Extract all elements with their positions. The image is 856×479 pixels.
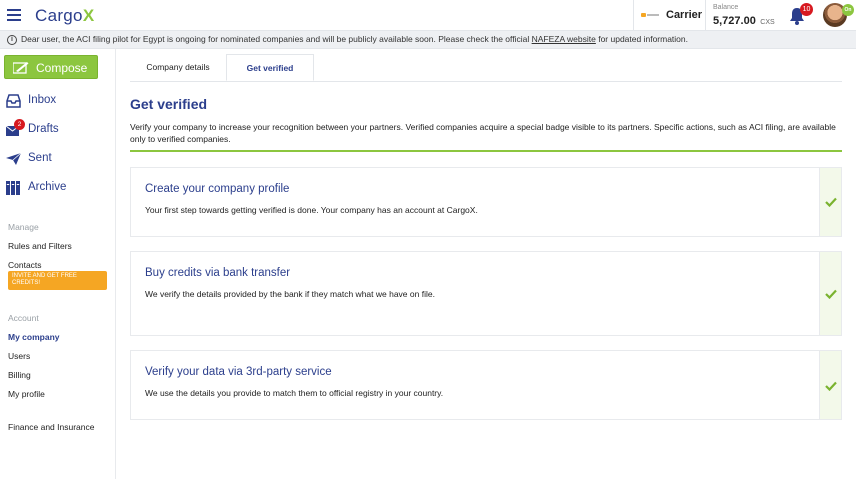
info-text-before: Dear user, the ACI filing pilot for Egyp… (21, 34, 532, 44)
check-icon (825, 381, 837, 391)
online-badge: On (842, 4, 854, 16)
sidebar-item-label: Inbox (28, 94, 57, 106)
balance: Balance 5,727.00 CXS (713, 4, 775, 29)
logo-text: Cargo (35, 6, 83, 25)
tab-company-details[interactable]: Company details (130, 54, 226, 81)
sidebar-item-archive[interactable]: Archive (0, 175, 115, 201)
sidebar-link-finance[interactable]: Finance and Insurance (8, 422, 94, 432)
sidebar-link-my-profile[interactable]: My profile (8, 389, 45, 399)
step-title: Verify your data via 3rd-party service (145, 366, 332, 378)
sidebar-item-sent[interactable]: Sent (0, 146, 115, 172)
compose-button[interactable]: Compose (4, 55, 98, 79)
tab-get-verified[interactable]: Get verified (226, 54, 314, 81)
sidebar-item-label: Drafts (28, 123, 59, 135)
compose-label: Compose (36, 61, 88, 75)
step-description: We use the details you provide to match … (145, 388, 444, 398)
role-switcher[interactable]: Carrier (633, 0, 706, 31)
info-banner: i Dear user, the ACI filing pilot for Eg… (0, 31, 856, 49)
divider (130, 150, 842, 152)
intro-text: Verify your company to increase your rec… (130, 122, 836, 144)
sidebar-link-billing[interactable]: Billing (8, 370, 31, 380)
company-logo-icon (641, 11, 659, 19)
step-description: We verify the details provided by the ba… (145, 289, 435, 299)
step-description: Your first step towards getting verified… (145, 205, 478, 215)
step-title: Create your company profile (145, 183, 290, 195)
sent-icon (6, 152, 21, 165)
manage-section-label: Manage (8, 222, 39, 232)
balance-label: Balance (713, 4, 739, 11)
sidebar-link-my-company[interactable]: My company (8, 332, 60, 342)
check-icon (825, 289, 837, 299)
logo-x: X (82, 6, 95, 25)
main-content: Company details Get verified Get verifie… (116, 49, 856, 479)
logo[interactable]: CargoX (35, 6, 94, 26)
notifications-badge: 10 (800, 3, 813, 16)
step-card: Create your company profile Your first s… (130, 167, 842, 237)
check-icon (825, 197, 837, 207)
step-card: Verify your data via 3rd-party service W… (130, 350, 842, 420)
sidebar-item-label: Sent (28, 152, 52, 164)
archive-icon (6, 181, 20, 195)
sidebar-link-rules[interactable]: Rules and Filters (8, 241, 72, 251)
sidebar-item-label: Archive (28, 181, 67, 193)
inbox-icon (6, 94, 21, 108)
sidebar-item-inbox[interactable]: Inbox (0, 88, 115, 114)
step-card: Buy credits via bank transfer We verify … (130, 251, 842, 336)
step-title: Buy credits via bank transfer (145, 267, 291, 279)
top-bar: CargoX Carrier Balance 5,727.00 CXS 10 O… (0, 0, 856, 31)
info-text: Dear user, the ACI filing pilot for Egyp… (21, 34, 688, 44)
compose-icon (13, 62, 29, 74)
menu-icon[interactable] (7, 9, 21, 21)
nafeza-link[interactable]: NAFEZA website (532, 34, 596, 44)
invite-button[interactable]: INVITE AND GET FREE CREDITS! (8, 271, 107, 290)
page-title: Get verified (130, 96, 208, 112)
step-status (819, 168, 841, 236)
sidebar-link-users[interactable]: Users (8, 351, 30, 361)
balance-unit: CXS (760, 19, 775, 26)
step-status (819, 351, 841, 419)
drafts-badge: 2 (14, 119, 25, 130)
sidebar: Compose Inbox 2 Drafts Sent Archive Mana… (0, 49, 116, 479)
sidebar-item-drafts[interactable]: 2 Drafts (0, 117, 115, 143)
sidebar-link-contacts[interactable]: Contacts (8, 260, 42, 270)
role-label: Carrier (666, 9, 703, 21)
step-status (819, 252, 841, 335)
info-icon: i (7, 35, 17, 45)
tabs-divider (130, 81, 842, 82)
info-text-after: for updated information. (595, 34, 688, 44)
balance-value: 5,727.00 (713, 15, 756, 27)
account-section-label: Account (8, 313, 39, 323)
